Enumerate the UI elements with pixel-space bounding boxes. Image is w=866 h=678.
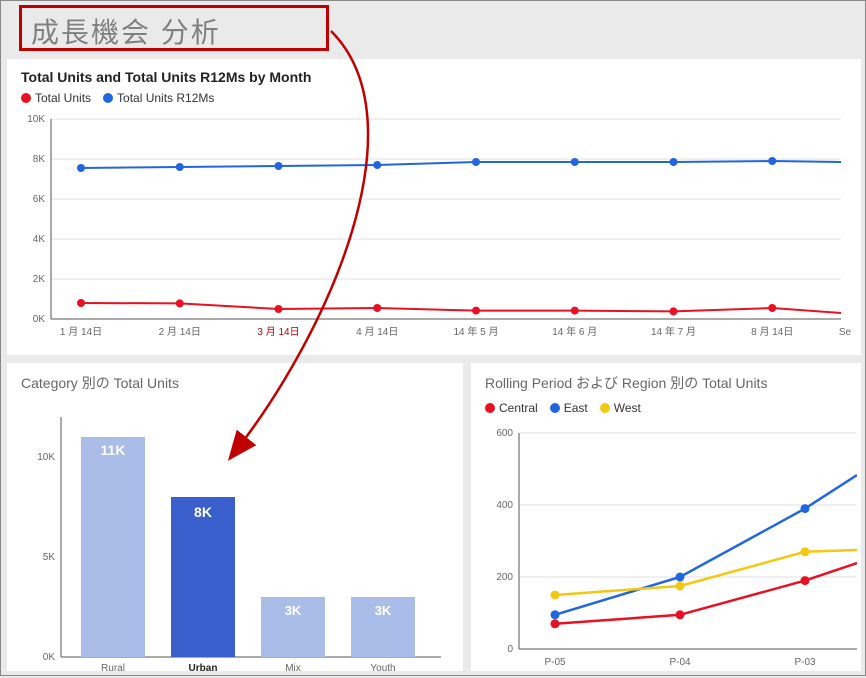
x-tick: Mix <box>285 663 301 673</box>
series-east <box>555 475 857 615</box>
x-tick: 14 年 5 月 <box>453 325 498 338</box>
legend-item-total-units[interactable]: Total Units <box>21 91 91 105</box>
x-tick-highlighted: Urban <box>189 663 218 673</box>
chart-card-rolling-region[interactable]: Rolling Period および Region 別の Total Units… <box>471 363 861 671</box>
bar-label: 11K <box>101 442 126 458</box>
chart-card-category-totals[interactable]: Category 別の Total Units 0K 5K 10K 11K 8K… <box>7 363 463 671</box>
bar-label: 3K <box>375 603 392 618</box>
legend-dot-icon <box>485 403 495 413</box>
chart2-title: Category 別の Total Units <box>21 373 449 393</box>
legend-label: Central <box>499 401 538 415</box>
legend-dot-icon <box>550 403 560 413</box>
legend-item-total-units-r12ms[interactable]: Total Units R12Ms <box>103 91 214 105</box>
series-total-units-points <box>77 299 776 315</box>
page-title: 成長機会 分析 <box>31 11 221 51</box>
y-tick: 4K <box>33 234 46 245</box>
bar-label: 8K <box>194 504 212 520</box>
x-tick: P-05 <box>544 657 566 667</box>
y-tick: 0 <box>507 644 513 655</box>
chart1-plot: 0K 2K 4K 6K 8K 10K 1 月 14日 2 月 14日 <box>21 109 851 349</box>
bar-label: 3K <box>285 603 302 618</box>
series-total-units <box>81 303 841 313</box>
x-tick: Se <box>839 327 851 338</box>
legend-label: West <box>614 401 641 415</box>
y-tick: 0K <box>43 652 56 663</box>
chart3-title: Rolling Period および Region 別の Total Units <box>485 373 847 393</box>
y-tick: 200 <box>496 572 513 583</box>
legend-dot-icon <box>21 93 31 103</box>
legend-label: Total Units R12Ms <box>117 91 214 105</box>
x-tick-highlighted: 3 月 14日 <box>257 326 299 338</box>
y-tick: 5K <box>43 552 56 563</box>
x-tick: P-04 <box>669 657 691 667</box>
x-tick: 4 月 14日 <box>356 326 398 338</box>
bar-rural[interactable] <box>81 437 145 657</box>
legend-item-west[interactable]: West <box>600 401 641 415</box>
legend-dot-icon <box>103 93 113 103</box>
legend-label: Total Units <box>35 91 91 105</box>
bar-urban[interactable] <box>171 497 235 657</box>
chart1-legend: Total Units Total Units R12Ms <box>21 91 847 105</box>
chart2-plot: 0K 5K 10K 11K 8K 3K 3K Rural Urban Mix Y… <box>21 401 451 673</box>
y-tick: 8K <box>33 154 46 165</box>
y-tick: 2K <box>33 274 46 285</box>
chart1-title: Total Units and Total Units R12Ms by Mon… <box>21 69 847 85</box>
x-tick: 14 年 6 月 <box>552 325 597 338</box>
y-tick: 10K <box>27 114 45 125</box>
series-r12ms <box>81 161 841 168</box>
y-tick: 10K <box>37 452 55 463</box>
series-west <box>555 550 857 595</box>
legend-item-central[interactable]: Central <box>485 401 538 415</box>
chart3-plot: 0 200 400 600 P-05 P-04 P-03 <box>485 419 857 667</box>
y-tick: 400 <box>496 500 513 511</box>
y-tick: 600 <box>496 428 513 439</box>
legend-label: East <box>564 401 588 415</box>
y-tick: 6K <box>33 194 46 205</box>
y-tick: 0K <box>33 314 46 325</box>
chart-card-totals-by-month[interactable]: Total Units and Total Units R12Ms by Mon… <box>7 59 861 355</box>
legend-dot-icon <box>600 403 610 413</box>
chart3-legend: Central East West <box>485 401 847 415</box>
x-tick: Rural <box>101 663 125 673</box>
x-tick: Youth <box>370 663 395 673</box>
x-tick: 14 年 7 月 <box>651 325 696 338</box>
x-tick: 8 月 14日 <box>751 326 793 338</box>
legend-item-east[interactable]: East <box>550 401 588 415</box>
x-tick: 2 月 14日 <box>159 326 201 338</box>
x-tick: 1 月 14日 <box>60 326 102 338</box>
series-central <box>555 563 857 624</box>
x-tick: P-03 <box>794 657 816 667</box>
